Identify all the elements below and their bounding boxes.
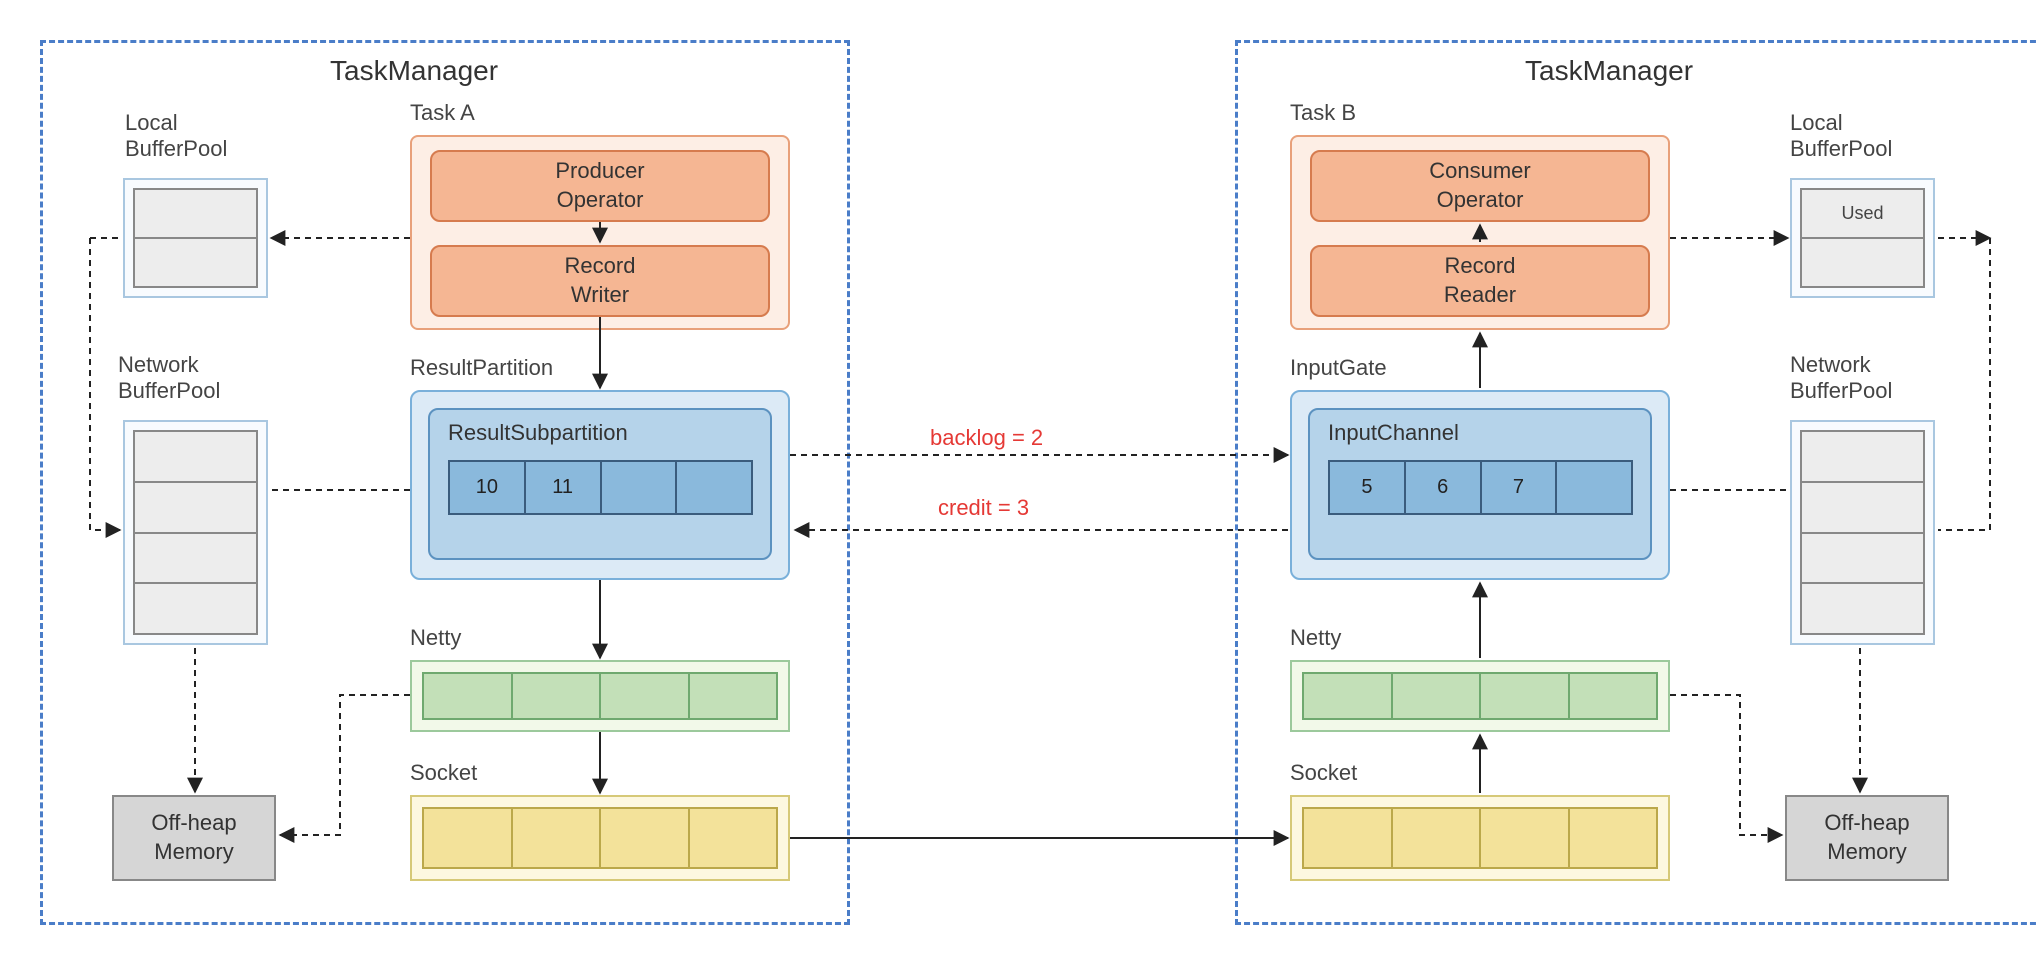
buffer-cell: 6 <box>1406 462 1482 513</box>
socket-right-label: Socket <box>1290 760 1357 786</box>
input-channel-label: InputChannel <box>1328 420 1459 446</box>
buffer-cell <box>1557 462 1631 513</box>
network-bufferpool-left <box>123 420 268 645</box>
record-reader: Record Reader <box>1310 245 1650 317</box>
buffer-cell: 5 <box>1330 462 1406 513</box>
record-writer: Record Writer <box>430 245 770 317</box>
buffer-cell <box>677 462 751 513</box>
task-a-label: Task A <box>410 100 475 126</box>
offheap-memory-right: Off-heap Memory <box>1785 795 1949 881</box>
credit-label: credit = 3 <box>938 495 1029 521</box>
offheap-memory-left: Off-heap Memory <box>112 795 276 881</box>
network-bufferpool-right-label: Network BufferPool <box>1790 352 1892 404</box>
bufferpool-used-cell: Used <box>1802 190 1923 239</box>
network-bufferpool-right <box>1790 420 1935 645</box>
local-bufferpool-left-label: Local BufferPool <box>125 110 227 162</box>
buffer-cell: 10 <box>450 462 526 513</box>
taskmanager-left-title: TaskManager <box>330 55 498 87</box>
producer-operator: Producer Operator <box>430 150 770 222</box>
input-gate-label: InputGate <box>1290 355 1387 381</box>
local-bufferpool-right: Used <box>1790 178 1935 298</box>
local-bufferpool-right-label: Local BufferPool <box>1790 110 1892 162</box>
socket-right <box>1290 795 1670 881</box>
task-b-label: Task B <box>1290 100 1356 126</box>
buffer-cell <box>602 462 678 513</box>
socket-left <box>410 795 790 881</box>
netty-right-label: Netty <box>1290 625 1341 651</box>
netty-left <box>410 660 790 732</box>
buffer-cell: 7 <box>1482 462 1558 513</box>
input-channel-buffers: 5 6 7 <box>1328 460 1633 515</box>
taskmanager-right-title: TaskManager <box>1525 55 1693 87</box>
buffer-cell: 11 <box>526 462 602 513</box>
netty-left-label: Netty <box>410 625 461 651</box>
backlog-label: backlog = 2 <box>930 425 1043 451</box>
consumer-operator: Consumer Operator <box>1310 150 1650 222</box>
local-bufferpool-left <box>123 178 268 298</box>
socket-left-label: Socket <box>410 760 477 786</box>
network-bufferpool-left-label: Network BufferPool <box>118 352 220 404</box>
result-subpartition-label: ResultSubpartition <box>448 420 628 446</box>
result-subpartition-buffers: 10 11 <box>448 460 753 515</box>
result-partition-label: ResultPartition <box>410 355 553 381</box>
netty-right <box>1290 660 1670 732</box>
